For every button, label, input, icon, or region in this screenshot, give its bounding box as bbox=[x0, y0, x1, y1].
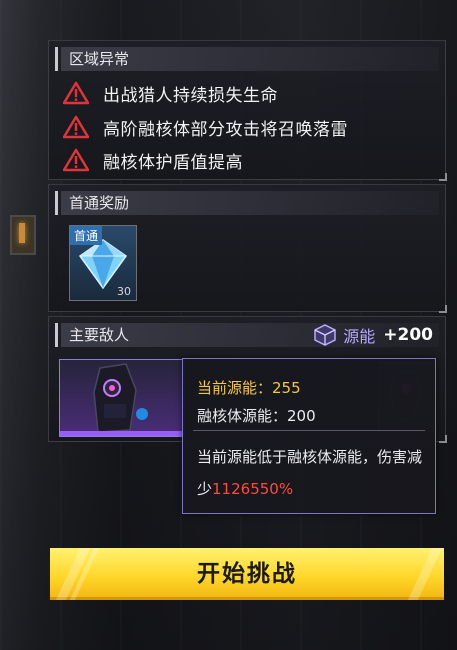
core-energy-row: 融核体源能：200 bbox=[197, 405, 316, 426]
anomaly-item: 融核体护盾值提高 bbox=[63, 146, 243, 174]
current-energy-row: 当前源能：255 bbox=[197, 377, 301, 398]
core-energy-value: 200 bbox=[287, 407, 316, 425]
enemy-card[interactable] bbox=[59, 359, 185, 437]
panel-corner bbox=[439, 173, 447, 181]
anomaly-text: 融核体护盾值提高 bbox=[103, 152, 243, 173]
energy-label: 源能 bbox=[343, 327, 376, 346]
first-clear-reward-panel: 首通奖励 首通 30 bbox=[48, 184, 447, 313]
start-challenge-button[interactable]: 开始挑战 bbox=[50, 548, 444, 600]
warning-icon bbox=[63, 148, 89, 172]
start-challenge-label: 开始挑战 bbox=[197, 561, 297, 587]
wall-light bbox=[10, 215, 36, 255]
zone-anomaly-panel: 区域异常 出战猎人持续损失生命 高阶融核体部分攻击将召唤落雷 融核体护盾值提高 bbox=[48, 40, 447, 181]
warning-icon bbox=[63, 115, 89, 139]
anomaly-item: 高阶融核体部分攻击将召唤落雷 bbox=[63, 113, 348, 141]
warning-icon bbox=[63, 81, 89, 105]
first-clear-tag: 首通 bbox=[70, 226, 103, 245]
tooltip-description: 当前源能低于融核体源能，伤害减少1126550% bbox=[197, 441, 425, 505]
reward-count: 30 bbox=[117, 285, 131, 298]
energy-badge: 源能 +200 bbox=[313, 323, 433, 347]
anomaly-text: 高阶融核体部分攻击将召唤落雷 bbox=[103, 119, 348, 140]
tooltip-divider bbox=[193, 430, 425, 431]
energy-cube-icon bbox=[314, 324, 336, 346]
damage-reduction-value: 1126550% bbox=[212, 480, 294, 498]
energy-tooltip: 当前源能：255 融核体源能：200 当前源能低于融核体源能，伤害减少11265… bbox=[182, 358, 436, 514]
energy-value: +200 bbox=[383, 325, 433, 345]
panel-corner bbox=[439, 435, 447, 443]
enemy-portrait-icon bbox=[93, 363, 148, 433]
anomaly-item: 出战猎人持续损失生命 bbox=[63, 79, 278, 107]
current-energy-value: 255 bbox=[272, 379, 301, 397]
current-energy-label: 当前源能： bbox=[197, 379, 273, 397]
first-clear-reward-title: 首通奖励 bbox=[55, 191, 439, 215]
panel-corner bbox=[439, 305, 447, 313]
zone-anomaly-title: 区域异常 bbox=[55, 47, 439, 71]
core-energy-label: 融核体源能： bbox=[197, 407, 288, 425]
anomaly-text: 出战猎人持续损失生命 bbox=[103, 85, 278, 106]
reward-item[interactable]: 首通 30 bbox=[69, 225, 137, 301]
